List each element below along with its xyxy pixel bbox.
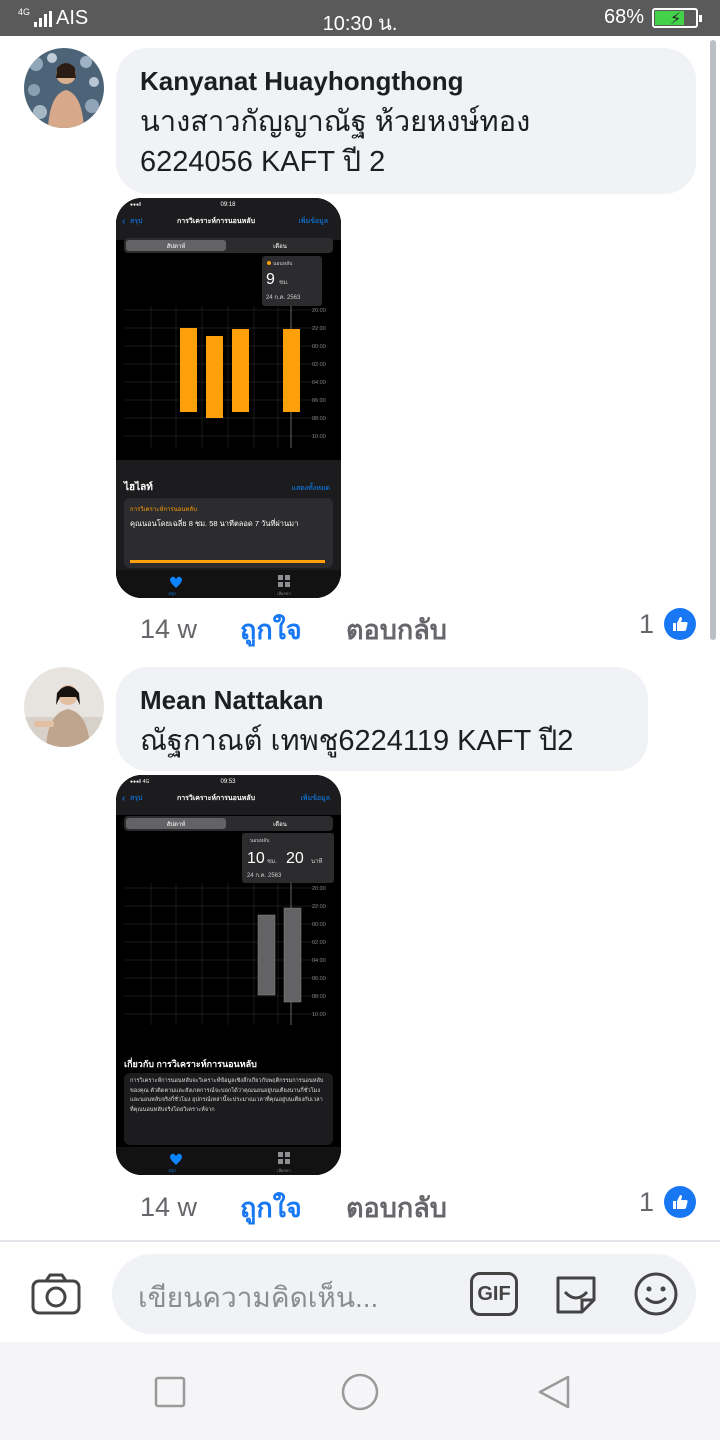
svg-text:‹: ‹: [122, 793, 125, 804]
svg-text:ชม.: ชม.: [267, 858, 277, 865]
gif-icon[interactable]: GIF: [470, 1272, 518, 1316]
comment-text: 6224056 KAFT ปี 2: [140, 146, 386, 178]
like-button[interactable]: ถูกใจ: [240, 1186, 346, 1229]
scrollbar[interactable]: [710, 40, 716, 640]
comment-input[interactable]: เขียนความคิดเห็น... GIF: [112, 1254, 696, 1334]
svg-text:22:00: 22:00: [312, 326, 326, 332]
svg-text:นาที: นาที: [311, 857, 322, 865]
comment-time: 14 w: [140, 1192, 198, 1222]
comment-author[interactable]: Kanyanat Huayhongthong: [140, 64, 672, 98]
svg-text:24 ก.ค. 2563: 24 ก.ค. 2563: [247, 873, 282, 879]
reaction-count: 1: [638, 608, 654, 639]
reaction-summary[interactable]: 1: [639, 1186, 696, 1218]
svg-text:24 ก.ค. 2563: 24 ก.ค. 2563: [266, 295, 301, 301]
sleep-bar: [283, 907, 302, 1003]
svg-text:10:00: 10:00: [312, 1012, 326, 1018]
comment-author[interactable]: Mean Nattakan: [140, 683, 624, 717]
phone-time: 09:53: [220, 779, 236, 785]
svg-text:●●●ll: ●●●ll: [130, 202, 141, 208]
recents-icon[interactable]: [154, 1376, 186, 1408]
svg-text:02:00: 02:00: [312, 940, 326, 946]
svg-text:06:00: 06:00: [312, 976, 326, 982]
comment-time: 14 w: [140, 614, 198, 644]
svg-text:20:00: 20:00: [312, 886, 326, 892]
system-nav-bar: [0, 1342, 720, 1440]
svg-text:นอนหลับ: นอนหลับ: [250, 838, 269, 844]
attached-screenshot[interactable]: ●●●ll 4G 09:53 ‹ สรุป การวิเคราะห์การนอน…: [116, 775, 341, 1175]
svg-text:‹: ‹: [122, 216, 125, 227]
avatar[interactable]: [24, 667, 104, 747]
thumbs-up-icon: [664, 1186, 696, 1218]
svg-text:การวิเคราะห์การนอนหลับ: การวิเคราะห์การนอนหลับ: [130, 505, 197, 513]
sleep-bar: [283, 329, 300, 412]
svg-text:เพิ่มข้อมูล: เพิ่มข้อมูล: [300, 793, 330, 802]
svg-text:เกี่ยวกับ การวิเคราะห์การนอนหล: เกี่ยวกับ การวิเคราะห์การนอนหลับ: [124, 1057, 257, 1069]
sleep-bar: [180, 328, 197, 412]
emoji-icon[interactable]: [632, 1270, 680, 1323]
reaction-summary[interactable]: 1: [639, 608, 696, 640]
back-icon[interactable]: [538, 1375, 570, 1409]
svg-text:สรุป: สรุป: [130, 795, 143, 802]
comment-bubble[interactable]: Mean Nattakan ณัฐกาณต์ เทพชู6224119 KAFT…: [116, 667, 648, 771]
svg-text:ชม.: ชม.: [279, 279, 289, 286]
reaction-count: 1: [638, 1186, 654, 1217]
svg-text:ไฮไลท์: ไฮไลท์: [123, 480, 153, 493]
svg-text:เลือกหา: เลือกหา: [277, 591, 291, 596]
home-icon[interactable]: [341, 1373, 379, 1411]
attached-screenshot[interactable]: ●●●ll 09:18 ‹ สรุป การวิเคราะห์การนอนหลั…: [116, 198, 341, 598]
svg-text:สัปดาห์: สัปดาห์: [167, 820, 186, 828]
svg-text:00:00: 00:00: [312, 922, 326, 928]
comment-text: นางสาวกัญญาณัฐ ห้วยหงษ์ทอง: [140, 106, 531, 138]
like-button[interactable]: ถูกใจ: [240, 608, 346, 651]
comment-bubble[interactable]: Kanyanat Huayhongthong นางสาวกัญญาณัฐ ห้…: [116, 48, 696, 194]
battery-icon: ⚡: [652, 7, 702, 28]
camera-icon[interactable]: [30, 1272, 82, 1321]
add-data-label: เพิ่มข้อมูล: [298, 216, 328, 225]
comment-input-placeholder: เขียนความคิดเห็น...: [138, 1282, 379, 1313]
svg-text:การวิเคราะห์การนอนหลับ: การวิเคราะห์การนอนหลับ: [177, 793, 256, 802]
svg-text:04:00: 04:00: [312, 380, 326, 386]
battery-percent: 68%: [603, 6, 644, 28]
comment-composer: เขียนความคิดเห็น... GIF: [0, 1240, 720, 1340]
status-bar: 4G AIS 10:30 น. 68% ⚡: [0, 0, 720, 36]
svg-text:20: 20: [286, 850, 304, 867]
back-label: สรุป: [130, 218, 143, 225]
svg-text:สัปดาห์: สัปดาห์: [167, 242, 186, 250]
sleep-bar: [206, 336, 223, 418]
svg-text:02:00: 02:00: [312, 362, 326, 368]
svg-text:เดือน: เดือน: [273, 242, 287, 250]
reply-button[interactable]: ตอบกลับ: [346, 1186, 447, 1229]
svg-text:06:00: 06:00: [312, 398, 326, 404]
svg-text:10: 10: [247, 850, 265, 867]
svg-text:เลือกหา: เลือกหา: [277, 1168, 291, 1173]
svg-text:10:00: 10:00: [312, 434, 326, 440]
svg-text:●●●ll 4G: ●●●ll 4G: [130, 779, 149, 785]
svg-text:20:00: 20:00: [312, 308, 326, 314]
reply-button[interactable]: ตอบกลับ: [346, 608, 447, 651]
phone-time: 09:18: [220, 202, 236, 208]
svg-text:9: 9: [266, 271, 275, 288]
comment-text: ณัฐกาณต์ เทพชู6224119 KAFT ปี2: [140, 725, 574, 757]
svg-text:นอนหลับ: นอนหลับ: [273, 261, 292, 267]
sleep-bar: [232, 329, 249, 412]
screen-title: การวิเคราะห์การนอนหลับ: [177, 216, 256, 225]
svg-text:04:00: 04:00: [312, 958, 326, 964]
svg-text:08:00: 08:00: [312, 994, 326, 1000]
avatar[interactable]: [24, 48, 104, 128]
svg-text:เดือน: เดือน: [273, 820, 287, 828]
sticker-icon[interactable]: [552, 1270, 600, 1323]
sleep-bar: [257, 914, 276, 996]
thumbs-up-icon: [664, 608, 696, 640]
svg-text:00:00: 00:00: [312, 344, 326, 350]
svg-text:08:00: 08:00: [312, 416, 326, 422]
svg-text:22:00: 22:00: [312, 904, 326, 910]
